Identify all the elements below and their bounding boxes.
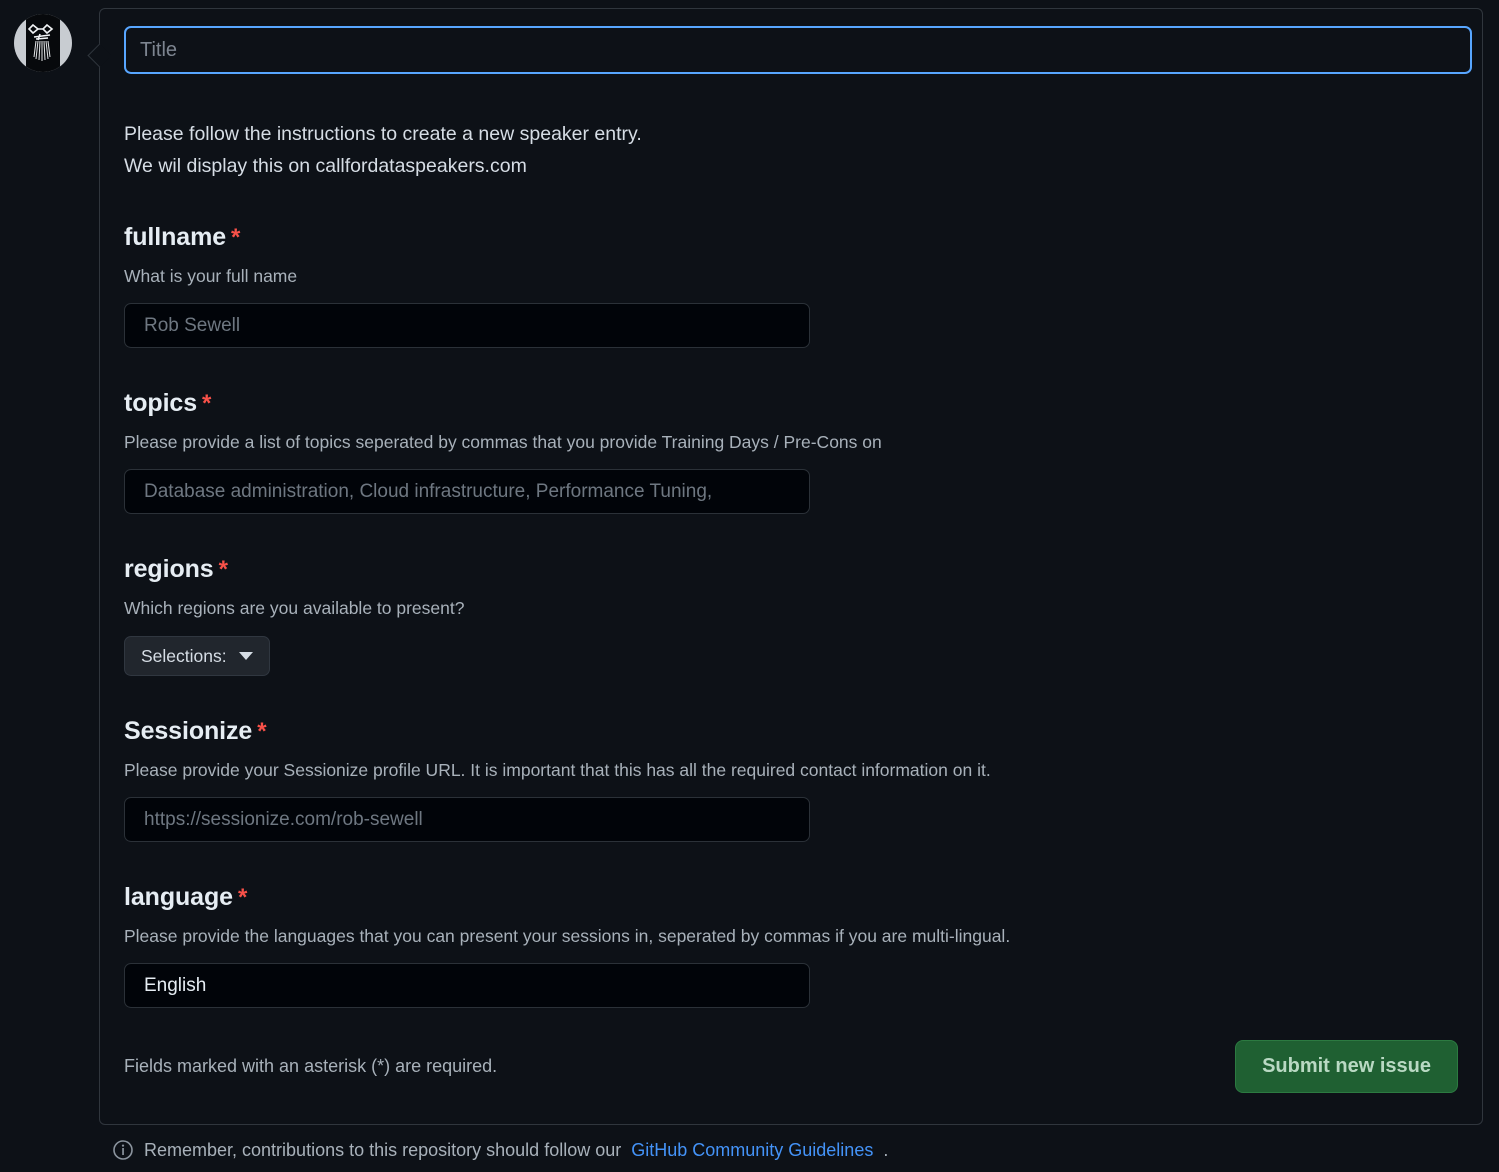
field-label-text: topics	[124, 389, 198, 417]
fullname-input[interactable]	[124, 303, 810, 348]
field-description-regions: Which regions are you available to prese…	[124, 598, 465, 618]
required-asterisk: *	[202, 390, 212, 417]
field-label-text: regions	[124, 555, 214, 583]
field-description-fullname: What is your full name	[124, 266, 298, 286]
regions-dropdown-label: Selections:	[141, 645, 227, 666]
field-language: language * Please provide the languages t…	[124, 882, 1458, 1008]
form-intro: Please follow the instructions to create…	[124, 118, 1458, 182]
field-description-sessionize: Please provide your Sessionize profile U…	[124, 760, 991, 780]
submit-new-issue-button[interactable]: Submit new issue	[1235, 1039, 1458, 1093]
field-label-fullname: fullname *	[124, 222, 1458, 253]
issue-title-input[interactable]	[124, 26, 1472, 74]
avatar-scarecrow-glyph	[27, 23, 54, 61]
field-topics: topics * Please provide a list of topics …	[124, 388, 1458, 514]
field-description-topics: Please provide a list of topics seperate…	[124, 432, 882, 452]
topics-input[interactable]	[124, 469, 810, 514]
required-asterisk: *	[237, 884, 248, 911]
language-input[interactable]	[124, 963, 810, 1008]
issue-form-body: Please follow the instructions to create…	[100, 9, 1482, 1008]
issue-form-footer: Fields marked with an asterisk (*) are r…	[100, 1008, 1482, 1124]
guidelines-text-period: .	[883, 1139, 889, 1160]
field-regions: regions * Which regions are you available…	[124, 554, 1458, 676]
form-intro-line-2: We wil display this on callfordataspeake…	[124, 155, 527, 177]
field-label-topics: topics *	[124, 388, 1458, 419]
field-label-text: Sessionize	[124, 717, 253, 745]
community-guidelines-row: Remember, contributions to this reposito…	[112, 1139, 888, 1161]
required-fields-note: Fields marked with an asterisk (*) are r…	[124, 1055, 498, 1076]
field-sessionize: Sessionize * Please provide your Sessioni…	[124, 716, 1458, 842]
field-label-regions: regions *	[124, 554, 1458, 585]
field-label-text: fullname	[124, 223, 226, 251]
avatar[interactable]	[14, 14, 72, 72]
guidelines-text: Remember, contributions to this reposito…	[144, 1139, 622, 1160]
chevron-down-icon	[238, 652, 253, 660]
issue-form-container: Please follow the instructions to create…	[87, 8, 1483, 1125]
field-label-sessionize: Sessionize *	[124, 716, 1458, 747]
required-asterisk: *	[218, 556, 228, 583]
field-fullname: fullname * What is your full name	[124, 222, 1458, 348]
github-community-guidelines-link[interactable]: GitHub Community Guidelines	[631, 1140, 873, 1161]
field-label-language: language *	[124, 882, 1458, 913]
form-intro-line-1: Please follow the instructions to create…	[124, 123, 642, 145]
required-asterisk: *	[257, 718, 267, 745]
field-description-language: Please provide the languages that you ca…	[124, 926, 1011, 946]
sessionize-input[interactable]	[124, 797, 810, 842]
required-asterisk: *	[231, 224, 241, 251]
info-icon	[112, 1139, 134, 1161]
field-label-text: language	[124, 883, 233, 911]
regions-selections-dropdown[interactable]: Selections:	[124, 636, 270, 676]
